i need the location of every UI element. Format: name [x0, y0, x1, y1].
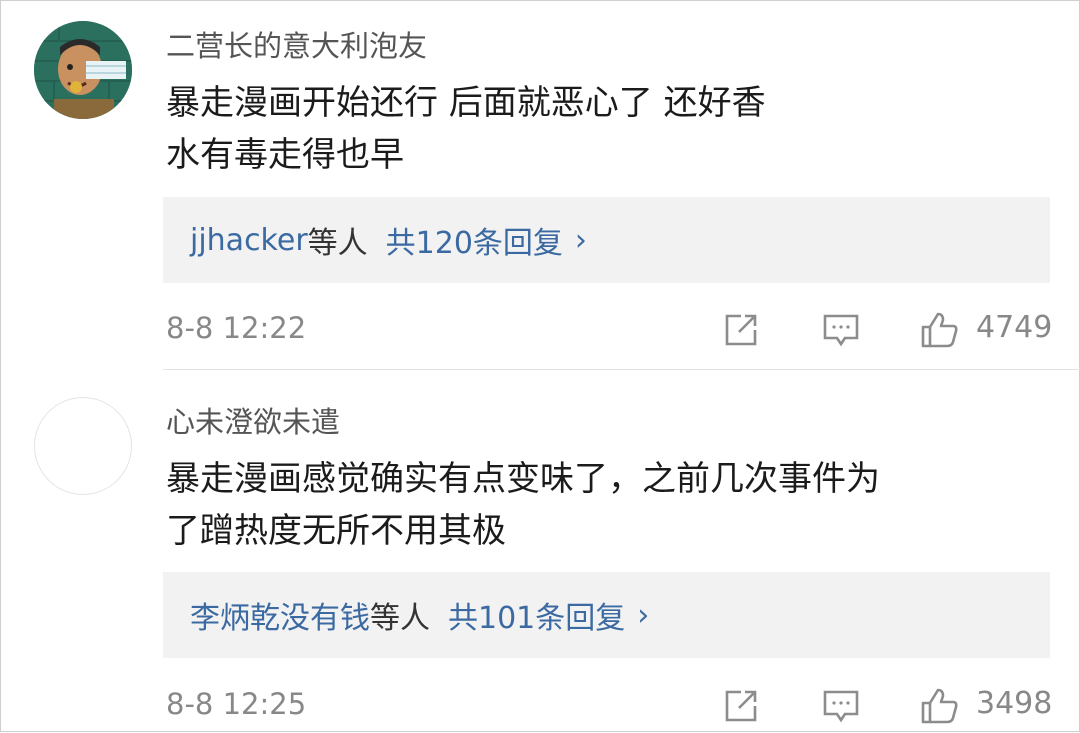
- timestamp: 8-8 12:22: [166, 311, 307, 345]
- comment-text: 暴走漫画开始还行 后面就恶心了 还好香 水有毒走得也早: [166, 83, 766, 175]
- comment-text: 暴走漫画感觉确实有点变味了，之前几次事件为 了蹭热度无所不用其极: [166, 459, 880, 551]
- reply-summary[interactable]: 李炳乾没有钱 等人 共101条回复 ›: [163, 572, 1050, 658]
- comment-icon[interactable]: [821, 310, 861, 350]
- reply-users-suffix: 等人: [370, 601, 430, 636]
- reply-count[interactable]: 共120条回复: [386, 218, 563, 262]
- chevron-right-icon: ›: [574, 222, 587, 258]
- avatar[interactable]: [34, 21, 132, 119]
- reply-users-suffix: 等人: [307, 226, 368, 261]
- username[interactable]: 心未澄欲未遣: [166, 399, 340, 441]
- like-count: 3498: [976, 686, 1053, 721]
- comment-meta: 8-8 12:25 3498: [1, 679, 1080, 729]
- comment-item: 心未澄欲未遣 暴走漫画感觉确实有点变味了，之前几次事件为 了蹭热度无所不用其极 …: [1, 371, 1080, 733]
- reply-summary[interactable]: jjhacker 等人 共120条回复 ›: [163, 197, 1050, 283]
- like-count: 4749: [976, 310, 1053, 345]
- comment-meta: 8-8 12:22 4749: [1, 303, 1080, 353]
- avatar[interactable]: [34, 397, 132, 495]
- comment-item: 二营长的意大利泡友 暴走漫画开始还行 后面就恶心了 还好香 水有毒走得也早 jj…: [1, 1, 1080, 369]
- reply-users[interactable]: 李炳乾没有钱: [190, 593, 370, 637]
- timestamp: 8-8 12:25: [166, 687, 307, 721]
- username[interactable]: 二营长的意大利泡友: [166, 23, 427, 65]
- divider: [163, 369, 1080, 370]
- comment-list: 二营长的意大利泡友 暴走漫画开始还行 后面就恶心了 还好香 水有毒走得也早 jj…: [0, 0, 1080, 732]
- like-icon[interactable]: [919, 310, 959, 350]
- like-icon[interactable]: [919, 686, 959, 726]
- comment-icon[interactable]: [821, 686, 861, 726]
- share-icon[interactable]: [721, 310, 761, 350]
- reply-count[interactable]: 共101条回复: [448, 593, 625, 637]
- reply-users[interactable]: jjhacker: [190, 223, 308, 258]
- chevron-right-icon: ›: [637, 597, 650, 633]
- share-icon[interactable]: [721, 686, 761, 726]
